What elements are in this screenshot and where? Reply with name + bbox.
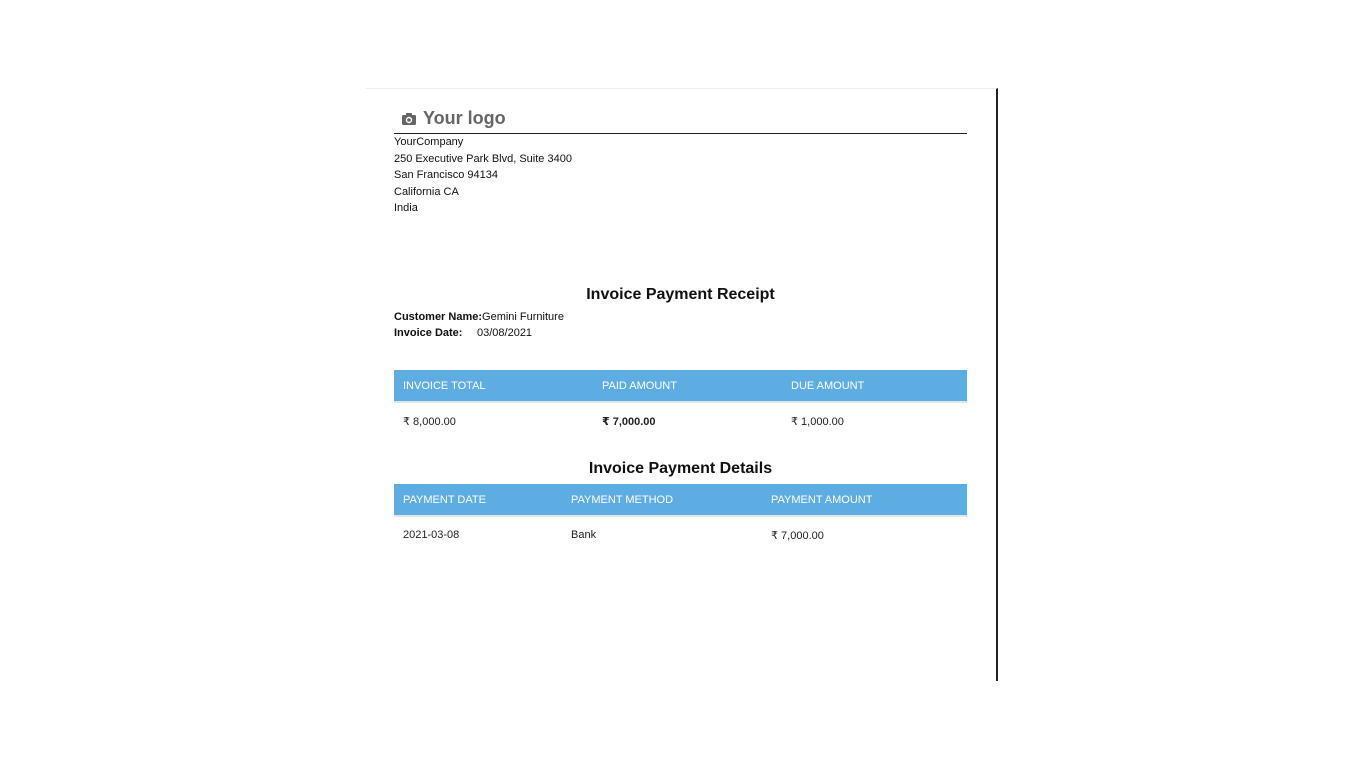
receipt-summary-table: INVOICE TOTAL PAID AMOUNT DUE AMOUNT ₹ 8… xyxy=(394,370,967,437)
company-state: California CA xyxy=(394,185,459,198)
customer-name-value: Gemini Furniture xyxy=(482,311,564,323)
payment-details-table: PAYMENT DATE PAYMENT METHOD PAYMENT AMOU… xyxy=(394,484,967,551)
column-header: PAID AMOUNT xyxy=(602,380,677,392)
report-page: Your logo YourCompany 250 Executive Park… xyxy=(366,88,998,681)
invoice-date-row: Invoice Date: 03/08/2021 xyxy=(394,327,532,339)
table-header: PAYMENT DATE PAYMENT METHOD PAYMENT AMOU… xyxy=(394,484,967,517)
column-header: PAYMENT AMOUNT xyxy=(771,494,873,506)
column-header: PAYMENT METHOD xyxy=(571,494,674,506)
table-row: ₹ 8,000.00 ₹ 7,000.00 ₹ 1,000.00 xyxy=(394,403,967,437)
payment-date-cell: 2021-03-08 xyxy=(403,529,460,541)
camera-icon xyxy=(401,111,417,127)
logo-text: Your logo xyxy=(423,108,506,128)
due-amount-cell: ₹ 1,000.00 xyxy=(791,416,844,428)
column-header: INVOICE TOTAL xyxy=(403,380,486,392)
details-title: Invoice Payment Details xyxy=(588,460,773,477)
invoice-date-label: Invoice Date: xyxy=(394,327,463,339)
table-row: 2021-03-08 Bank ₹ 7,000.00 xyxy=(394,517,967,551)
invoice-total-cell: ₹ 8,000.00 xyxy=(403,416,456,428)
company-country: India xyxy=(394,202,418,214)
paid-amount-cell: ₹ 7,000.00 xyxy=(602,416,656,428)
table-header: INVOICE TOTAL PAID AMOUNT DUE AMOUNT xyxy=(394,370,967,403)
company-city: San Francisco 94134 xyxy=(394,169,498,181)
company-name: YourCompany xyxy=(394,136,464,148)
company-address: YourCompany 250 Executive Park Blvd, Sui… xyxy=(394,134,572,217)
column-header: PAYMENT DATE xyxy=(403,494,486,506)
company-street: 250 Executive Park Blvd, Suite 3400 xyxy=(394,152,572,165)
company-logo: Your logo xyxy=(401,108,506,129)
payment-amount-cell: ₹ 7,000.00 xyxy=(771,530,824,542)
receipt-title: Invoice Payment Receipt xyxy=(586,286,775,303)
customer-name-label: Customer Name: xyxy=(394,311,483,323)
customer-name-row: Customer Name:Gemini Furniture xyxy=(394,311,564,323)
invoice-date-value: 03/08/2021 xyxy=(477,327,533,339)
column-header: DUE AMOUNT xyxy=(791,380,865,392)
payment-method-cell: Bank xyxy=(571,529,597,541)
